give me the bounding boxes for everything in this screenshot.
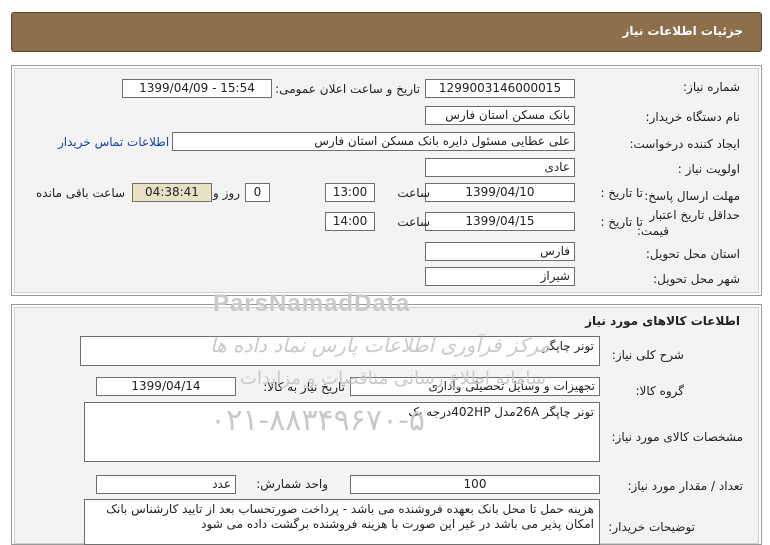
remaining-time-field: 04:38:41 — [132, 183, 212, 202]
buyer-notes-label: توضیحات خریدار: — [608, 520, 695, 534]
province-field: فارس — [425, 242, 575, 261]
need-info-panel — [11, 65, 762, 296]
reply-to-date-label: تا تاریخ : — [600, 186, 643, 200]
reply-time-field: 13:00 — [325, 183, 375, 202]
page-header: جزئیات اطلاعات نیاز — [11, 12, 762, 52]
buyer-notes-field: هزینه حمل تا محل بانک بعهده فروشنده می ب… — [84, 499, 600, 545]
remaining-time-label: ساعت باقی مانده — [36, 186, 126, 200]
watermark-sub: سامانه اطلاع رسانی مناقصات و مزایدات — [240, 368, 546, 389]
quantity-label: تعداد / مقدار مورد نیاز: — [627, 479, 743, 493]
unit-label: واحد شمارش: — [256, 477, 328, 491]
buyer-org-field: بانک مسکن استان فارس — [425, 106, 575, 125]
announce-datetime-label: تاریخ و ساعت اعلان عمومی: — [275, 82, 420, 96]
watermark-phone: ۰۲۱-۸۸۳۴۹۶۷۰-۵ — [210, 403, 426, 438]
page-title: جزئیات اطلاعات نیاز — [622, 24, 743, 38]
city-field: شیراز — [425, 267, 575, 286]
creator-label: ایجاد کننده درخواست: — [629, 137, 740, 151]
reply-deadline-label: مهلت ارسال پاسخ: — [644, 189, 740, 203]
general-desc-label: شرح کلی نیاز: — [611, 348, 684, 362]
province-label: استان محل تحویل: — [645, 247, 740, 261]
reply-date-field: 1399/04/10 — [425, 183, 575, 202]
priority-field: عادی — [425, 158, 575, 177]
creator-field: علی عطایی مسئول دایره بانک مسکن استان فا… — [172, 132, 575, 151]
days-remaining-field: 0 — [245, 183, 270, 202]
city-label: شهر محل تحویل: — [653, 272, 740, 286]
watermark-brand: ParsNamadData — [213, 290, 411, 317]
validity-time-label: ساعت — [397, 215, 430, 229]
watermark-slogan: مرکز فرآوری اطلاعات پارس نماد داده ها — [210, 333, 551, 357]
unit-field: عدد — [96, 475, 236, 494]
goods-group-label: گروه کالا: — [635, 384, 685, 398]
validity-time-field: 14:00 — [325, 212, 375, 231]
buyer-org-label: نام دستگاه خریدار: — [645, 110, 741, 124]
price-validity-label: حداقل تاریخ اعتبار — [649, 208, 740, 222]
days-label: روز و — [213, 186, 240, 200]
goods-section-title: اطلاعات کالاهای مورد نیاز — [585, 314, 740, 328]
buyer-contact-link[interactable]: اطلاعات تماس خریدار — [58, 135, 169, 149]
quantity-field: 100 — [350, 475, 600, 494]
need-number-field: 1299003146000015 — [425, 79, 575, 98]
specs-label: مشخصات کالای مورد نیاز: — [611, 430, 743, 444]
need-date-field: 1399/04/14 — [96, 377, 236, 396]
reply-time-label: ساعت — [397, 186, 430, 200]
priority-label: اولویت نیاز : — [677, 162, 740, 176]
validity-to-date-label: تا تاریخ : — [600, 215, 643, 229]
need-number-label: شماره نیاز: — [683, 80, 740, 94]
validity-date-field: 1399/04/15 — [425, 212, 575, 231]
announce-datetime-field: 1399/04/09 - 15:54 — [122, 79, 272, 98]
